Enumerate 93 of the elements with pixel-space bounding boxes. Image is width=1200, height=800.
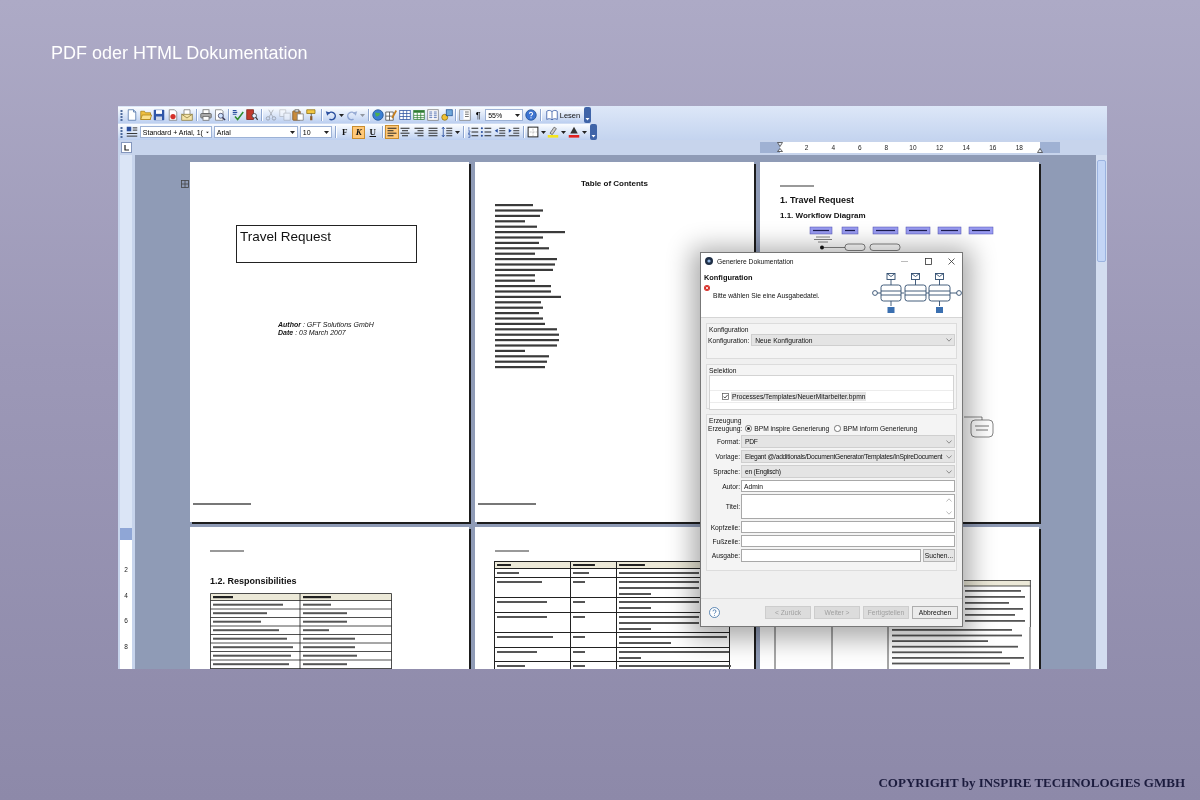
highlighter-icon[interactable] bbox=[547, 126, 560, 138]
indent-marker-icon[interactable] bbox=[1037, 148, 1043, 153]
caret-icon bbox=[289, 130, 295, 134]
caret-icon[interactable] bbox=[582, 130, 588, 134]
text-line-drawing bbox=[497, 601, 547, 604]
spellcheck-icon[interactable] bbox=[232, 109, 245, 121]
text-line-drawing bbox=[497, 615, 547, 618]
caret-icon bbox=[515, 113, 521, 117]
decrease-indent-icon[interactable] bbox=[494, 126, 507, 138]
vertical-scrollbar[interactable] bbox=[1096, 155, 1107, 669]
show-formatting-button[interactable]: ¶ bbox=[473, 109, 484, 121]
align-center-icon[interactable] bbox=[399, 126, 412, 138]
envelope-icon[interactable] bbox=[181, 109, 193, 121]
caret-icon[interactable] bbox=[454, 130, 460, 134]
text-line-drawing bbox=[573, 572, 589, 575]
text-line-drawing bbox=[497, 580, 542, 583]
text-line-drawing bbox=[573, 665, 585, 668]
columns-icon[interactable] bbox=[426, 109, 439, 121]
help-icon[interactable] bbox=[709, 607, 720, 618]
drag-handle-icon[interactable] bbox=[120, 125, 123, 139]
align-right-icon[interactable] bbox=[413, 126, 426, 138]
print-preview-icon[interactable] bbox=[213, 109, 226, 121]
globe-icon[interactable] bbox=[371, 109, 384, 121]
radio-button[interactable] bbox=[745, 425, 753, 432]
border-icon[interactable] bbox=[526, 126, 539, 138]
text-line-drawing bbox=[573, 615, 585, 618]
clipboard-icon[interactable] bbox=[292, 109, 305, 121]
drag-handle-icon[interactable] bbox=[120, 108, 123, 122]
caret-icon bbox=[205, 130, 209, 134]
increase-indent-icon[interactable] bbox=[507, 126, 520, 138]
text-line-drawing bbox=[497, 650, 537, 653]
bulleted-list-icon[interactable] bbox=[480, 126, 493, 138]
close-icon[interactable] bbox=[948, 257, 955, 265]
radio-button[interactable] bbox=[834, 425, 842, 432]
indent-marker-icon[interactable] bbox=[777, 142, 783, 153]
help-icon[interactable] bbox=[525, 109, 538, 121]
numbered-list-icon[interactable] bbox=[466, 126, 479, 138]
printer-icon[interactable] bbox=[199, 109, 212, 121]
text-field[interactable] bbox=[741, 521, 955, 533]
section-heading: 1.2. Responsibilities bbox=[210, 576, 297, 587]
toc-heading: Table of Contents bbox=[580, 179, 649, 189]
text-boundary-icon bbox=[181, 180, 189, 188]
tab-stop-selector-icon[interactable] bbox=[121, 142, 132, 153]
table-grid-icon[interactable] bbox=[399, 109, 412, 121]
flow-node-drawing bbox=[964, 416, 996, 438]
chevron-down-icon bbox=[946, 469, 952, 474]
line-spacing-icon[interactable] bbox=[440, 126, 453, 138]
scroll-thumb[interactable] bbox=[1097, 160, 1106, 262]
new-document-icon[interactable] bbox=[125, 109, 138, 121]
shapes-icon[interactable] bbox=[440, 109, 453, 121]
table-corner-drawing bbox=[964, 580, 1031, 627]
app-logo-icon bbox=[705, 257, 713, 265]
table-pencil-icon[interactable] bbox=[385, 109, 398, 121]
text-line-drawing bbox=[497, 636, 553, 639]
copyright-notice: COPYRIGHT by INSPIRE TECHNOLOGIES GMBH bbox=[878, 775, 1185, 791]
document-map-icon[interactable] bbox=[459, 109, 472, 121]
text-field[interactable] bbox=[741, 535, 955, 547]
document-badge-icon[interactable] bbox=[167, 109, 180, 121]
caret-icon[interactable] bbox=[338, 113, 344, 117]
checkbox[interactable] bbox=[722, 393, 729, 400]
styles-icon[interactable] bbox=[125, 126, 138, 138]
error-icon bbox=[704, 285, 710, 291]
text-line-drawing bbox=[573, 601, 585, 604]
font-color-icon[interactable] bbox=[568, 126, 581, 138]
chevron-down-icon bbox=[946, 338, 952, 342]
paintbrush-icon[interactable] bbox=[306, 109, 319, 121]
chevron-down-icon bbox=[946, 454, 952, 459]
slide-title: PDF oder HTML Dokumentation bbox=[51, 42, 308, 64]
toolbar-options-icon[interactable] bbox=[590, 124, 598, 140]
undo-arrow-icon[interactable] bbox=[325, 109, 338, 121]
toolbar-options-icon[interactable] bbox=[584, 107, 592, 123]
text-line-drawing bbox=[573, 650, 585, 653]
italic-button[interactable]: K bbox=[352, 125, 366, 139]
open-book-icon bbox=[545, 109, 558, 121]
caret-icon[interactable] bbox=[561, 130, 567, 134]
chevron-down-icon bbox=[946, 439, 952, 444]
spreadsheet-icon[interactable] bbox=[412, 109, 425, 121]
subsection-heading: 1.1. Workflow Diagram bbox=[780, 211, 866, 221]
justify-icon[interactable] bbox=[427, 126, 439, 138]
caret-icon[interactable] bbox=[540, 130, 546, 134]
book-magnifier-icon[interactable] bbox=[246, 109, 259, 121]
align-left-icon[interactable] bbox=[385, 126, 398, 138]
text-line-drawing bbox=[497, 572, 519, 575]
text-line-drawing bbox=[573, 636, 585, 639]
title-text-box: Travel Request bbox=[236, 225, 417, 263]
section-heading: 1. Travel Request bbox=[780, 195, 855, 206]
text-field[interactable] bbox=[741, 549, 921, 562]
underline-button[interactable]: U bbox=[366, 125, 380, 139]
text-line-drawing bbox=[497, 665, 525, 668]
text-line-drawing bbox=[573, 580, 585, 583]
bold-button[interactable]: F bbox=[338, 125, 352, 139]
caret-icon bbox=[323, 130, 329, 134]
maximize-icon[interactable] bbox=[925, 257, 932, 265]
